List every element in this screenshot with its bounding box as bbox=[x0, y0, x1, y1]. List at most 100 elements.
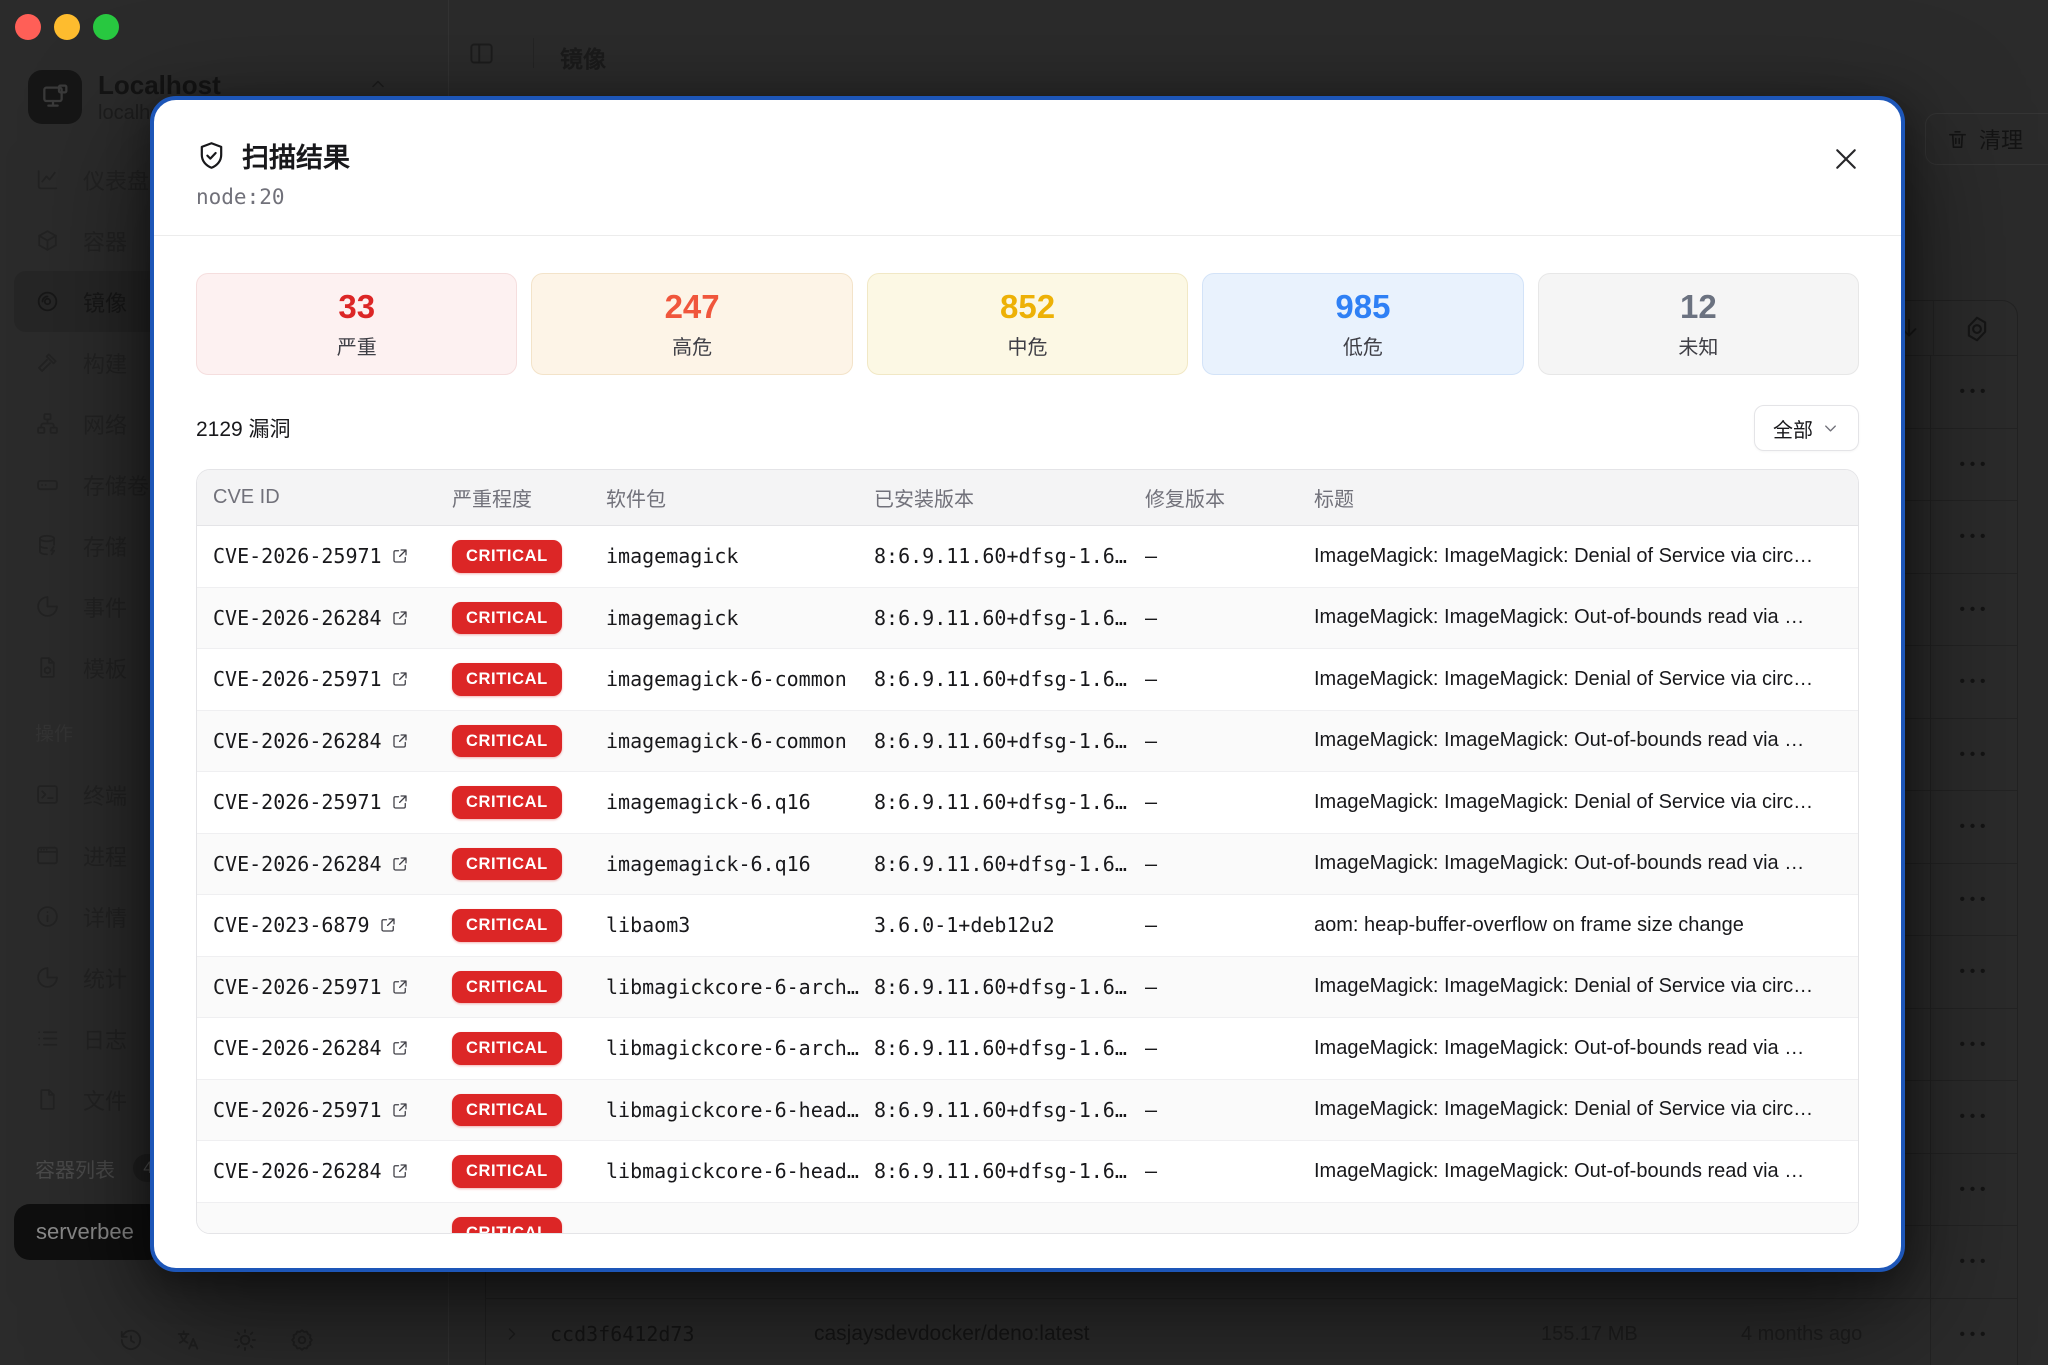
card-label: 严重 bbox=[336, 337, 377, 359]
row-actions-button[interactable]: ••• bbox=[1960, 891, 1991, 908]
disc-icon bbox=[35, 289, 60, 314]
fixed-version: – bbox=[1145, 1036, 1158, 1061]
row-actions-button[interactable]: ••• bbox=[1960, 746, 1991, 763]
severity-badge: CRITICAL bbox=[452, 1093, 562, 1126]
cve-id: CVE-2026-26284 bbox=[213, 728, 382, 753]
sidebar-container-item[interactable]: serverbee bbox=[14, 1204, 164, 1260]
sidebar-toggle-icon[interactable] bbox=[468, 40, 495, 67]
window-controls bbox=[15, 14, 119, 40]
row-actions-button[interactable]: ••• bbox=[1960, 1326, 1991, 1343]
external-link-icon[interactable] bbox=[391, 855, 409, 873]
row-actions-button[interactable]: ••• bbox=[1960, 1181, 1991, 1198]
hammer-icon bbox=[35, 350, 60, 375]
summary-card-medium: 852 中危 bbox=[866, 273, 1189, 375]
table-row: CVE-2026-26284 CRITICAL imagemagick 8:6.… bbox=[197, 587, 1858, 649]
chevron-up-icon[interactable] bbox=[368, 74, 388, 94]
installed-version: 8:6.9.11.60+dfsg-1.6… bbox=[874, 605, 1127, 630]
scan-results-modal: 扫描结果 node:20 33 严重 247 高危 852 中危 985 低危 … bbox=[150, 96, 1905, 1272]
severity-badge: CRITICAL bbox=[452, 1032, 562, 1065]
row-actions-button[interactable]: ••• bbox=[1960, 818, 1991, 835]
installed-version: 3.6.0-1+deb12u2 bbox=[874, 913, 1055, 938]
external-link-icon[interactable] bbox=[391, 978, 409, 996]
package-name: imagemagick-6-common bbox=[606, 667, 847, 692]
card-label: 未知 bbox=[1678, 337, 1719, 359]
row-actions-button[interactable]: ••• bbox=[1960, 1036, 1991, 1053]
containers-list-label: 容器列表 bbox=[35, 1159, 115, 1182]
row-actions-button[interactable]: ••• bbox=[1960, 383, 1991, 400]
fixed-version: – bbox=[1145, 913, 1158, 938]
chevron-down-icon bbox=[1821, 419, 1840, 438]
external-link-icon[interactable] bbox=[391, 547, 409, 565]
cve-id: CVE-2026-25971 bbox=[213, 544, 382, 569]
image-row-visible[interactable]: ccd3f6412d73 casjaysdevdocker/deno:lates… bbox=[486, 1298, 2017, 1365]
list-icon bbox=[35, 1026, 60, 1051]
external-link-icon[interactable] bbox=[391, 1039, 409, 1057]
package-name: imagemagick-6.q16 bbox=[606, 851, 811, 876]
fixed-version: – bbox=[1145, 728, 1158, 753]
row-actions-button[interactable]: ••• bbox=[1960, 1108, 1991, 1125]
pie-icon bbox=[35, 594, 60, 619]
vulnerability-title: ImageMagick: ImageMagick: Denial of Serv… bbox=[1314, 667, 1814, 690]
fixed-version: – bbox=[1145, 605, 1158, 630]
card-value: 33 bbox=[338, 288, 376, 325]
chevron-right-icon[interactable] bbox=[502, 1324, 522, 1344]
severity-badge: CRITICAL bbox=[452, 970, 562, 1003]
fixed-version: – bbox=[1145, 667, 1158, 692]
installed-version: 8:6.9.11.60+dfsg-1.6… bbox=[874, 667, 1127, 692]
vulnerability-title: ImageMagick: ImageMagick: Denial of Serv… bbox=[1314, 975, 1814, 998]
table-row: CVE-2026-25971 CRITICAL imagemagick-6.q1… bbox=[197, 772, 1858, 834]
file-icon bbox=[35, 1087, 60, 1112]
table-row: CVE-2026-26284 CRITICAL imagemagick-6-co… bbox=[197, 710, 1858, 772]
theme-toggle-button[interactable] bbox=[232, 1327, 258, 1353]
translate-button[interactable] bbox=[175, 1327, 201, 1353]
installed-version: 8:6.9.11.60+dfsg-1.6… bbox=[874, 851, 1127, 876]
database-icon bbox=[35, 533, 60, 558]
row-actions-button[interactable]: ••• bbox=[1960, 601, 1991, 618]
row-actions-button[interactable]: ••• bbox=[1960, 963, 1991, 980]
minimize-window-button[interactable] bbox=[54, 14, 80, 40]
vulnerability-title: ImageMagick: ImageMagick: Denial of Serv… bbox=[1314, 544, 1814, 567]
server-icon bbox=[28, 70, 82, 124]
close-window-button[interactable] bbox=[15, 14, 41, 40]
settings-button[interactable] bbox=[289, 1327, 315, 1353]
table-row: CVE-2026-25971 CRITICAL imagemagick 8:6.… bbox=[197, 526, 1858, 588]
external-link-icon[interactable] bbox=[391, 1162, 409, 1180]
cve-id: CVE-2026-26284 bbox=[213, 605, 382, 630]
history-button[interactable] bbox=[118, 1327, 144, 1353]
vulnerability-title: ImageMagick: ImageMagick: Denial of Serv… bbox=[1314, 1098, 1814, 1121]
row-actions-button[interactable]: ••• bbox=[1960, 456, 1991, 473]
template-icon bbox=[35, 655, 60, 680]
external-link-icon[interactable] bbox=[379, 916, 397, 934]
row-actions-button[interactable]: ••• bbox=[1960, 528, 1991, 545]
severity-filter-dropdown[interactable]: 全部 bbox=[1754, 405, 1859, 451]
table-row: CVE-2026-25971 CRITICAL imagemagick-6-co… bbox=[197, 649, 1858, 711]
fixed-version: – bbox=[1145, 1097, 1158, 1122]
external-link-icon[interactable] bbox=[391, 732, 409, 750]
image-created: 4 months ago bbox=[1741, 1322, 1863, 1345]
package-name: libmagickcore-6-head… bbox=[606, 1159, 859, 1184]
vulnerability-title: ImageMagick: ImageMagick: Out-of-bounds … bbox=[1314, 1036, 1805, 1059]
severity-badge: CRITICAL bbox=[452, 909, 562, 942]
vulnerability-title: ImageMagick: ImageMagick: Denial of Serv… bbox=[1314, 790, 1814, 813]
external-link-icon[interactable] bbox=[391, 670, 409, 688]
row-actions-button[interactable]: ••• bbox=[1960, 1253, 1991, 1270]
summary-card-unknown: 12 未知 bbox=[1537, 273, 1860, 375]
cve-id: CVE-2026-26284 bbox=[213, 1036, 382, 1061]
external-link-icon[interactable] bbox=[391, 793, 409, 811]
table-settings-icon[interactable] bbox=[1933, 301, 2019, 356]
cve-id: CVE-2026-25971 bbox=[213, 667, 382, 692]
clean-button[interactable]: 清理 bbox=[1925, 113, 2048, 165]
installed-version: 8:6.9.11.60+dfsg-1.6… bbox=[874, 974, 1127, 999]
cve-id: CVE-2026-25971 bbox=[213, 1097, 382, 1122]
modal-subtitle: node:20 bbox=[196, 185, 285, 209]
external-link-icon[interactable] bbox=[391, 1101, 409, 1119]
maximize-window-button[interactable] bbox=[93, 14, 119, 40]
row-actions-button[interactable]: ••• bbox=[1960, 673, 1991, 690]
package-name: imagemagick-6-common bbox=[606, 728, 847, 753]
image-id: ccd3f6412d73 bbox=[550, 1322, 695, 1347]
cve-id: CVE-2026-25971 bbox=[213, 790, 382, 815]
card-value: 852 bbox=[999, 288, 1056, 325]
external-link-icon[interactable] bbox=[391, 609, 409, 627]
vulnerability-title: ImageMagick: ImageMagick: Out-of-bounds … bbox=[1314, 606, 1805, 629]
close-icon[interactable] bbox=[1831, 144, 1861, 174]
